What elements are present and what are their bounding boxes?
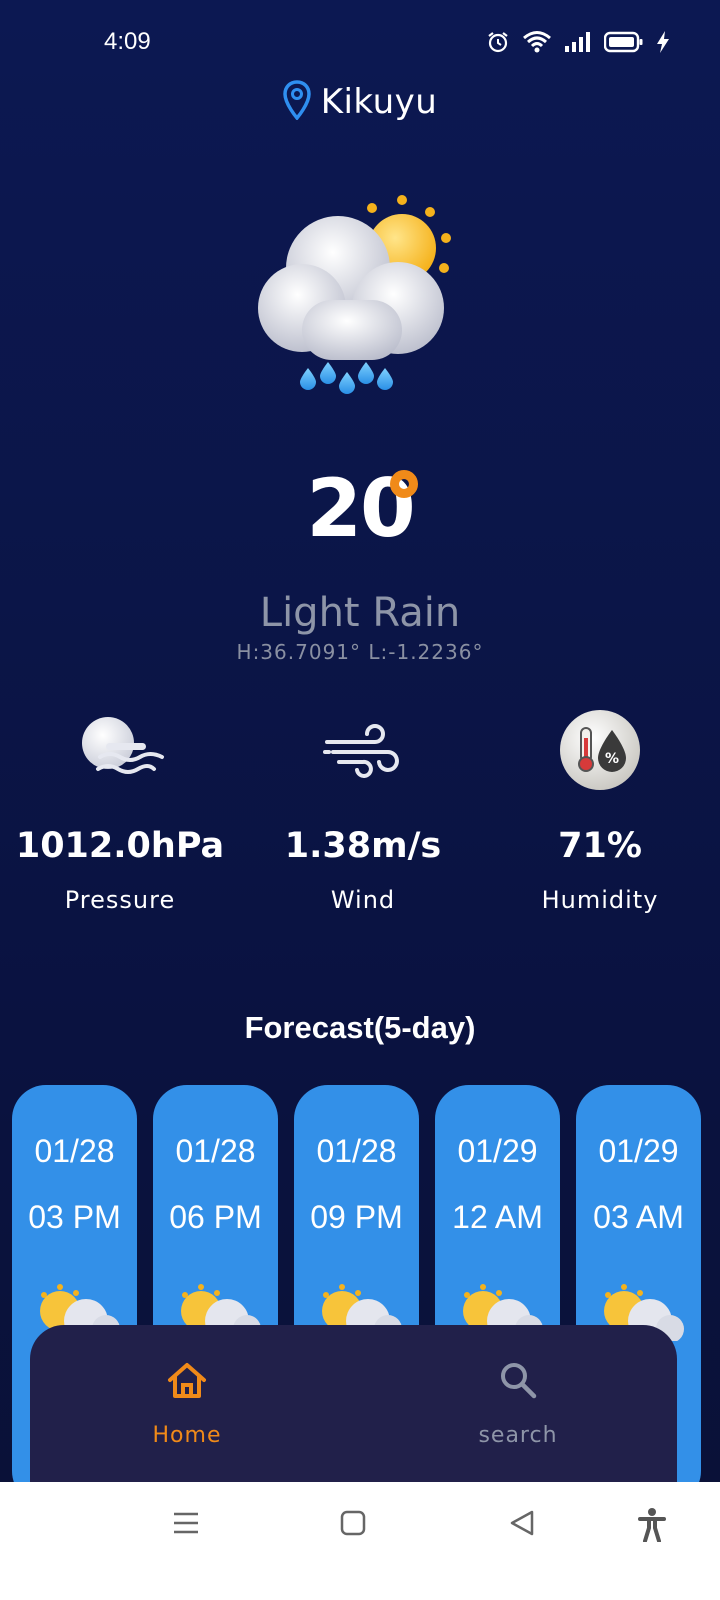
weather-condition: Light Rain (259, 590, 461, 636)
alarm-icon (486, 30, 510, 54)
pressure-stat: 1012.0hPa Pressure (0, 700, 240, 914)
pressure-label: Pressure (64, 886, 176, 914)
battery-icon (604, 31, 644, 53)
home-icon (87, 1355, 287, 1405)
wind-stat: 1.38m/s Wind (243, 700, 483, 914)
humidity-label: Humidity (541, 886, 659, 914)
wifi-icon (522, 30, 552, 54)
forecast-time: 09 PM (310, 1199, 403, 1235)
humidity-icon: % (480, 700, 720, 800)
menu-icon[interactable] (172, 1508, 200, 1542)
humidity-stat: % 71% Humidity (480, 700, 720, 914)
humidity-value: 71% (558, 826, 642, 866)
bottom-nav: Home search (30, 1325, 677, 1485)
forecast-date: 01/28 (34, 1133, 115, 1169)
status-time: 4:09 (104, 28, 151, 55)
forecast-date: 01/29 (457, 1133, 538, 1169)
location-header[interactable]: Kikuyu (0, 80, 720, 124)
nav-search[interactable]: search (418, 1355, 618, 1448)
nav-home-label: Home (152, 1423, 222, 1448)
wind-label: Wind (330, 886, 396, 914)
back-icon[interactable] (508, 1508, 536, 1542)
forecast-time: 12 AM (452, 1199, 543, 1235)
search-icon (418, 1355, 618, 1405)
nav-home[interactable]: Home (87, 1355, 287, 1448)
forecast-date: 01/29 (598, 1133, 679, 1169)
accessibility-icon[interactable] (638, 1508, 666, 1546)
location-pin-icon (282, 80, 311, 124)
system-nav-bar (0, 1482, 720, 1600)
cloud-sun-rain-icon (250, 190, 470, 410)
forecast-time: 03 PM (28, 1199, 121, 1235)
forecast-date: 01/28 (175, 1133, 256, 1169)
forecast-date: 01/28 (316, 1133, 397, 1169)
status-bar: 4:09 (0, 0, 720, 90)
location-name: Kikuyu (320, 82, 438, 122)
pressure-icon (0, 700, 240, 800)
charging-icon (656, 31, 670, 53)
forecast-time: 06 PM (169, 1199, 262, 1235)
home-square-icon[interactable] (340, 1508, 366, 1542)
coordinates: H:36.7091° L:-1.2236° (236, 640, 484, 664)
wind-icon (243, 700, 483, 800)
current-temperature: 20 (0, 462, 720, 555)
svg-text:%: % (605, 751, 619, 767)
wind-value: 1.38m/s (284, 826, 442, 866)
degree-symbol-icon (390, 470, 418, 498)
forecast-time: 03 AM (593, 1199, 684, 1235)
signal-icon (564, 31, 592, 53)
pressure-value: 1012.0hPa (15, 826, 225, 866)
forecast-title: Forecast(5-day) (244, 1010, 476, 1045)
status-icons (486, 30, 670, 54)
nav-search-label: search (478, 1423, 558, 1448)
